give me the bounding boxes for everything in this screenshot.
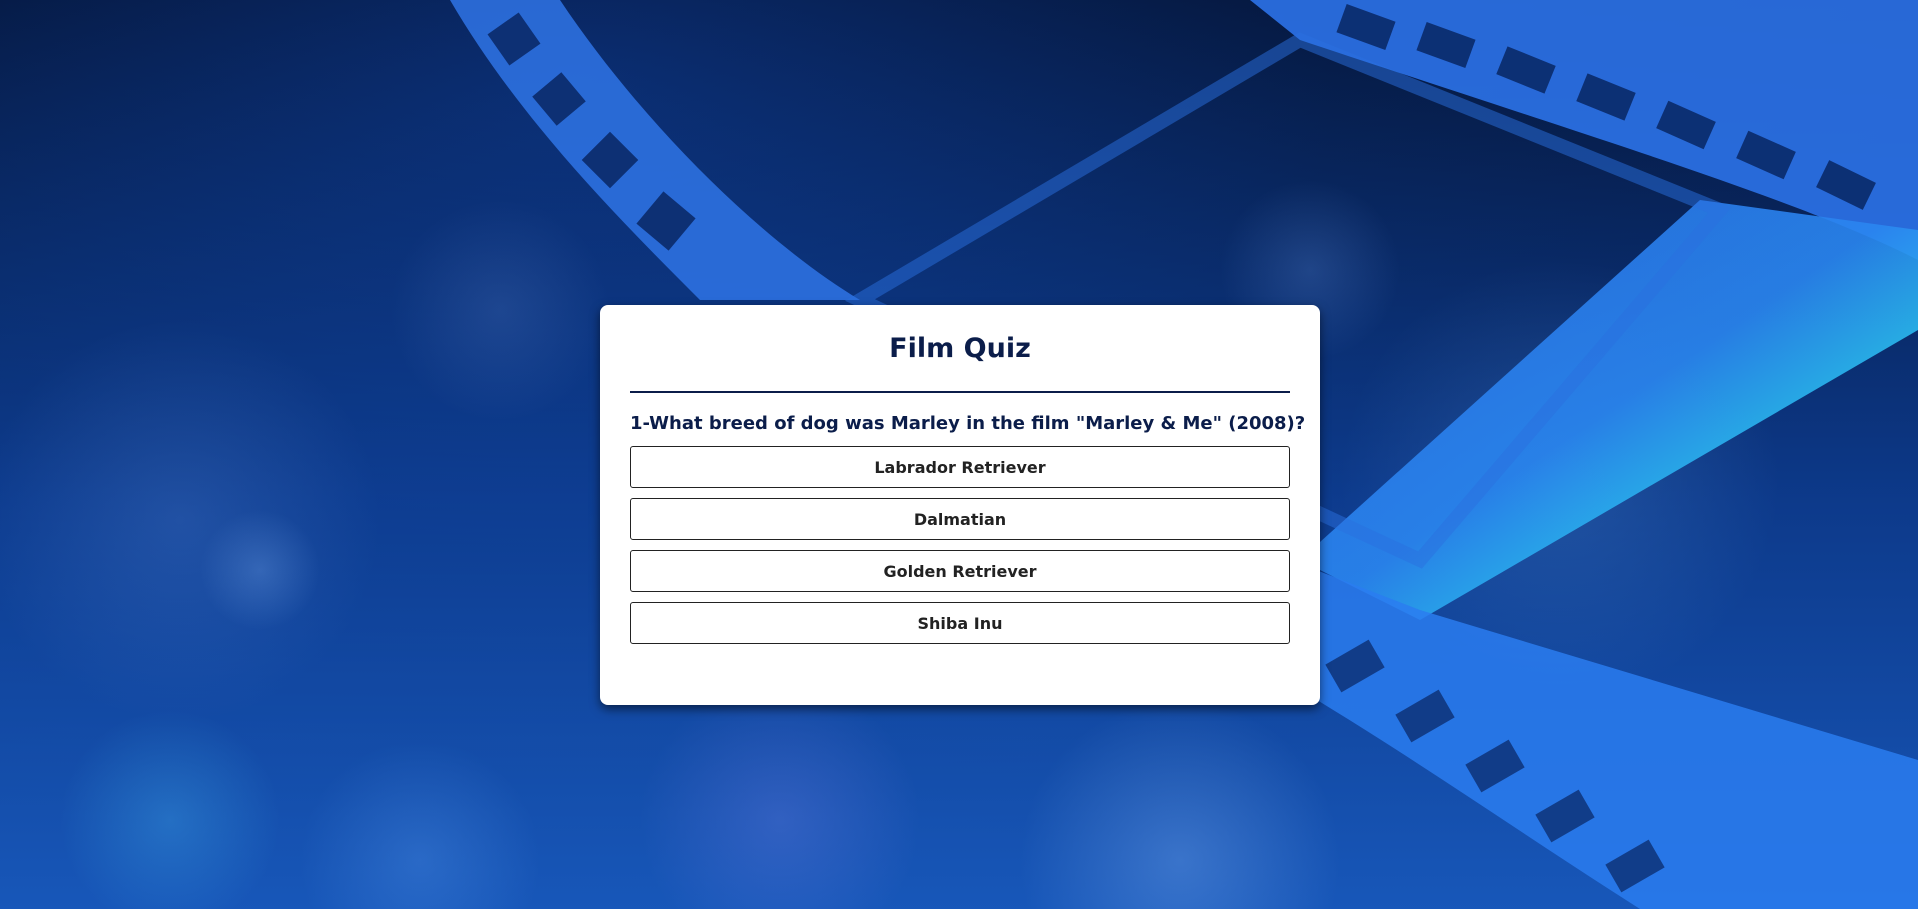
quiz-card: Film Quiz 1-What breed of dog was Marley… (600, 305, 1320, 705)
answer-button-labrador-retriever[interactable]: Labrador Retriever (630, 446, 1290, 488)
answer-list: Labrador Retriever Dalmatian Golden Retr… (630, 446, 1290, 644)
question-text: 1-What breed of dog was Marley in the fi… (630, 413, 1306, 434)
answer-button-golden-retriever[interactable]: Golden Retriever (630, 550, 1290, 592)
answer-button-dalmatian[interactable]: Dalmatian (630, 498, 1290, 540)
quiz-title: Film Quiz (889, 333, 1031, 364)
answer-button-shiba-inu[interactable]: Shiba Inu (630, 602, 1290, 644)
title-divider (630, 391, 1290, 393)
